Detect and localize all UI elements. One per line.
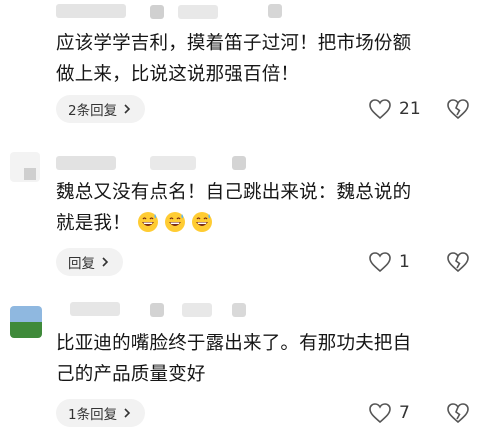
chevron-right-icon bbox=[124, 104, 131, 114]
broken-heart-icon[interactable] bbox=[446, 251, 470, 273]
blurred-username bbox=[150, 156, 196, 170]
comment-text: 魏总又没有点名！自己跳出来说：魏总说的 就是我！ bbox=[56, 182, 412, 234]
comment-item: 魏总又没有点名！自己跳出来说：魏总说的 就是我！ 回复 1 bbox=[0, 150, 480, 290]
heart-outline-icon bbox=[369, 403, 391, 424]
like-button[interactable]: 7 bbox=[368, 402, 410, 424]
comment-text: 应该学学吉利，摸着笛子过河！把市场份额 做上来，比说这说那强百倍！ bbox=[56, 33, 412, 85]
chevron-right-icon bbox=[102, 257, 109, 267]
grinning-sweat-emoji bbox=[137, 211, 159, 233]
comment-item: 应该学学吉利，摸着笛子过河！把市场份额 做上来，比说这说那强百倍！ 2条回复 2… bbox=[0, 0, 480, 135]
reply-button[interactable]: 回复 bbox=[56, 248, 123, 276]
avatar[interactable] bbox=[10, 306, 42, 338]
broken-heart-icon[interactable] bbox=[446, 402, 470, 424]
like-button[interactable]: 21 bbox=[368, 98, 421, 120]
blurred-username bbox=[150, 303, 164, 317]
blurred-username bbox=[178, 5, 218, 19]
blurred-username bbox=[56, 156, 116, 170]
like-count: 1 bbox=[399, 252, 410, 272]
like-count: 21 bbox=[399, 99, 421, 119]
blurred-username bbox=[268, 4, 282, 18]
like-button[interactable]: 1 bbox=[368, 251, 410, 273]
heart-outline-icon bbox=[369, 252, 391, 273]
reply-label: 回复 bbox=[68, 256, 95, 272]
view-replies-button[interactable]: 1条回复 bbox=[56, 399, 146, 427]
grinning-sweat-emoji bbox=[164, 211, 186, 233]
blurred-username bbox=[56, 4, 126, 18]
blurred-username bbox=[150, 5, 164, 19]
avatar[interactable] bbox=[10, 152, 40, 182]
comment-item: 比亚迪的嘴脸终于露出来了。有那功夫把自 己的产品质量变好 1条回复 7 bbox=[0, 298, 480, 431]
reply-count-label: 2条回复 bbox=[68, 103, 118, 119]
like-count: 7 bbox=[399, 403, 410, 423]
comment-text: 比亚迪的嘴脸终于露出来了。有那功夫把自 己的产品质量变好 bbox=[56, 333, 412, 385]
heart-outline-icon bbox=[369, 99, 391, 120]
reply-count-label: 1条回复 bbox=[68, 407, 118, 423]
chevron-right-icon bbox=[124, 408, 131, 418]
blurred-username bbox=[232, 303, 246, 317]
blurred-username bbox=[182, 303, 212, 317]
blurred-username bbox=[70, 302, 120, 316]
grinning-sweat-emoji bbox=[191, 211, 213, 233]
blurred-username bbox=[232, 156, 246, 170]
broken-heart-icon[interactable] bbox=[446, 98, 470, 120]
view-replies-button[interactable]: 2条回复 bbox=[56, 95, 146, 123]
